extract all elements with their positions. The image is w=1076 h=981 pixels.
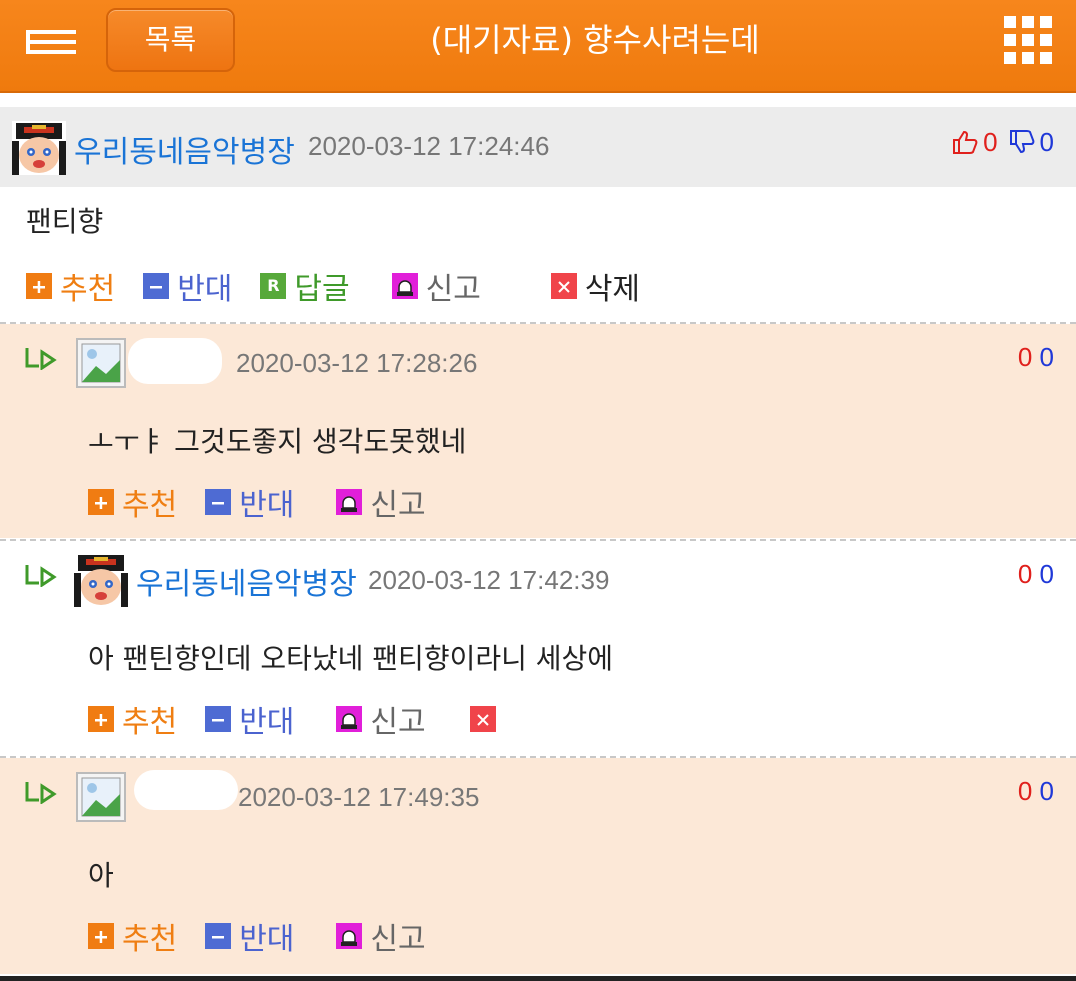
comment-votes: 0 0 xyxy=(1018,559,1054,590)
comment-down-count: 0 xyxy=(1039,342,1054,372)
close-icon xyxy=(469,706,496,732)
report-button[interactable]: 신고 xyxy=(336,914,426,958)
recommend-label: 추천 xyxy=(122,922,178,957)
post-actions: 추천 반대 R 답글 신고 삭제 xyxy=(26,268,668,307)
plus-icon xyxy=(88,489,114,515)
top-bar: 목록 (대기자료) 향수사려는데 xyxy=(0,0,1076,93)
grid-menu-icon[interactable] xyxy=(1004,16,1052,64)
plus-icon xyxy=(88,706,114,732)
plus-icon xyxy=(88,923,114,949)
post-header: 우리동네음악병장 2020-03-12 17:24:46 0 0 xyxy=(0,107,1076,187)
reply-icon: R xyxy=(260,273,287,299)
comment-down-count: 0 xyxy=(1039,776,1054,806)
oppose-label: 반대 xyxy=(177,272,233,307)
comment-actions: 추천 반대 신고 xyxy=(88,701,532,740)
menu-icon[interactable] xyxy=(26,30,76,54)
report-button[interactable]: 신고 xyxy=(336,697,426,741)
recommend-button[interactable]: 추천 xyxy=(26,264,115,308)
oppose-button[interactable]: 반대 xyxy=(205,914,294,958)
comment-text: 아 팬틴향인데 오타났네 팬티향이라니 세상에 xyxy=(88,642,614,675)
comment-date: 2020-03-12 17:49:35 xyxy=(238,782,480,812)
author-avatar[interactable] xyxy=(74,553,128,607)
post-body: 팬티향 xyxy=(26,205,104,238)
report-button[interactable]: 신고 xyxy=(336,480,426,524)
comment-date: 2020-03-12 17:42:39 xyxy=(368,565,610,595)
siren-icon xyxy=(336,706,363,732)
oppose-label: 반대 xyxy=(239,705,295,740)
comment-actions: 추천 반대 신고 xyxy=(88,484,454,523)
reply-button[interactable]: R 답글 xyxy=(260,264,350,308)
minus-icon xyxy=(143,273,170,299)
thumbs-down-icon[interactable] xyxy=(1008,128,1036,156)
broken-image-avatar[interactable] xyxy=(76,338,126,388)
reply-label: 답글 xyxy=(294,272,350,307)
redacted-name xyxy=(128,338,222,384)
oppose-button[interactable]: 반대 xyxy=(205,480,294,524)
comment-actions: 추천 반대 신고 xyxy=(88,918,454,957)
oppose-label: 반대 xyxy=(239,488,295,523)
plus-icon xyxy=(26,273,52,299)
post-date: 2020-03-12 17:24:46 xyxy=(308,131,550,161)
recommend-button[interactable]: 추천 xyxy=(88,914,177,958)
author-avatar[interactable] xyxy=(12,121,66,175)
report-label: 신고 xyxy=(370,922,426,957)
comment-item: 우리동네음악병장 2020-03-12 17:42:39 0 0 아 팬틴향인데… xyxy=(0,541,1076,755)
comment-item: 2020-03-12 17:28:26 0 0 ㅗㅜㅑ 그것도좋지 생각도못했네… xyxy=(0,324,1076,538)
siren-icon xyxy=(336,489,363,515)
comment-author[interactable]: 우리동네음악병장 xyxy=(136,559,357,603)
comment-down-count: 0 xyxy=(1039,559,1054,589)
recommend-button[interactable]: 추천 xyxy=(88,480,177,524)
reply-arrow-icon xyxy=(25,565,57,587)
delete-button[interactable]: 삭제 xyxy=(550,264,641,308)
siren-icon xyxy=(391,273,418,299)
list-button[interactable]: 목록 xyxy=(106,8,235,72)
close-icon xyxy=(550,273,577,299)
comment-votes: 0 0 xyxy=(1018,776,1054,807)
report-label: 신고 xyxy=(370,488,426,523)
comment-text: ㅗㅜㅑ 그것도좋지 생각도못했네 xyxy=(88,425,467,458)
report-label: 신고 xyxy=(370,705,426,740)
siren-icon xyxy=(336,923,363,949)
up-vote-count: 0 xyxy=(983,126,998,157)
delete-button[interactable] xyxy=(469,706,504,732)
comment-up-count: 0 xyxy=(1017,559,1033,589)
reply-arrow-icon xyxy=(25,782,57,804)
comment-up-count: 0 xyxy=(1017,342,1033,372)
recommend-label: 추천 xyxy=(122,488,178,523)
comment-votes: 0 0 xyxy=(1018,342,1054,373)
oppose-label: 반대 xyxy=(239,922,295,957)
down-vote-count: 0 xyxy=(1039,126,1054,157)
oppose-button[interactable]: 반대 xyxy=(143,264,232,308)
delete-label: 삭제 xyxy=(584,272,641,307)
report-button[interactable]: 신고 xyxy=(391,264,481,308)
post-author[interactable]: 우리동네음악병장 xyxy=(74,127,295,171)
minus-icon xyxy=(205,489,232,515)
minus-icon xyxy=(205,923,232,949)
comment-item: 2020-03-12 17:49:35 0 0 아 추천 반대 신고 xyxy=(0,758,1076,974)
recommend-button[interactable]: 추천 xyxy=(88,697,177,741)
recommend-label: 추천 xyxy=(60,272,116,307)
bottom-edge xyxy=(0,976,1076,981)
redacted-name xyxy=(134,770,238,810)
comment-up-count: 0 xyxy=(1017,776,1033,806)
reply-arrow-icon xyxy=(25,348,57,370)
recommend-label: 추천 xyxy=(122,705,178,740)
report-label: 신고 xyxy=(425,272,481,307)
page-title: (대기자료) 향수사려는데 xyxy=(430,21,760,59)
thumbs-up-icon[interactable] xyxy=(951,128,979,156)
minus-icon xyxy=(205,706,232,732)
post-votes: 0 0 xyxy=(951,125,1054,159)
comment-date: 2020-03-12 17:28:26 xyxy=(236,348,478,378)
comment-text: 아 xyxy=(88,859,114,892)
oppose-button[interactable]: 반대 xyxy=(205,697,294,741)
broken-image-avatar[interactable] xyxy=(76,772,126,822)
